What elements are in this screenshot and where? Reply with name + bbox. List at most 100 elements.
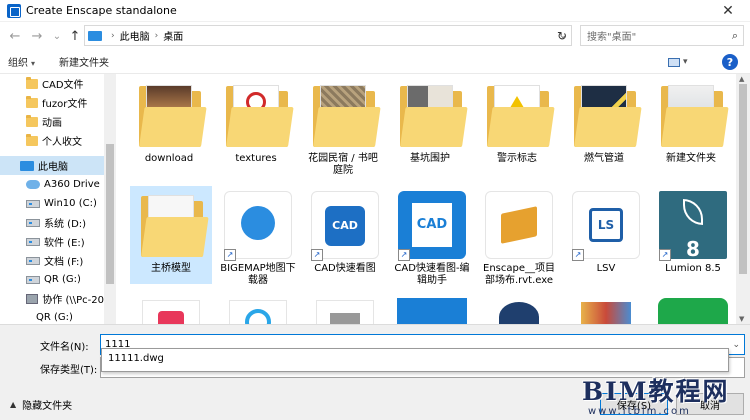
caret-down-icon: ▾ — [683, 57, 688, 67]
refresh-icon[interactable]: ↻ — [552, 25, 572, 46]
back-arrow-icon[interactable]: ← — [4, 25, 26, 47]
file-item-warning-signs[interactable]: 警示标志 — [476, 76, 558, 165]
sidebar-item-drive-f[interactable]: 文档 (F:) — [0, 251, 104, 270]
scroll-up-icon[interactable]: ▲ — [739, 75, 744, 83]
sidebar-item-drive-e[interactable]: 软件 (E:) — [0, 232, 104, 251]
sidebar-item-cad-files[interactable]: CAD文件 — [0, 74, 104, 93]
file-item-partial[interactable] — [391, 296, 473, 324]
file-item-partial[interactable] — [304, 296, 386, 324]
file-item-garden-courtyard[interactable]: 花园民宿 / 书吧庭院 — [302, 76, 384, 177]
sidebar-item-label: QR (G:) — [36, 312, 73, 323]
file-item-cad-edit-helper[interactable]: CAD ↗ CAD快速看图-编辑助手 — [391, 186, 473, 287]
file-item-enscape-exe[interactable]: Enscape__项目部场布.rvt.exe — [478, 186, 560, 287]
close-button[interactable]: ✕ — [706, 0, 750, 22]
sidebar-scroll-thumb[interactable] — [106, 144, 114, 284]
search-placeholder: 搜索"桌面" — [587, 32, 637, 43]
file-label: 燃气管道 — [584, 153, 624, 164]
folder-thumbnail — [220, 79, 294, 151]
chevron-down-icon[interactable]: ⌄ — [732, 340, 740, 350]
breadcrumb-this-pc[interactable]: 此电脑 — [120, 28, 150, 43]
forward-arrow-icon[interactable]: → — [26, 25, 48, 47]
file-list: download textures 花园民宿 / 书吧庭院 基坑围护 警示标志 … — [116, 74, 736, 324]
shortcut-arrow-icon: ↗ — [224, 249, 236, 261]
drive-icon — [26, 275, 40, 284]
cloud-drive-icon — [26, 180, 40, 189]
new-folder-button[interactable]: 新建文件夹 — [51, 54, 117, 69]
computer-icon — [88, 30, 102, 41]
sidebar-item-label: QR (G:) — [44, 274, 81, 285]
command-bar: 组织 ▾ 新建文件夹 ▾ ? — [0, 50, 750, 74]
file-item-cad-viewer[interactable]: CAD ↗ CAD快速看图 — [304, 186, 386, 275]
file-item-bigemap[interactable]: ↗ BIGEMAP地图下载器 — [217, 186, 299, 287]
sidebar-item-drive-g-2[interactable]: QR (G:) — [0, 308, 104, 324]
folder-thumbnail — [568, 79, 642, 151]
drive-icon — [26, 256, 40, 265]
enscape-exe-icon — [485, 191, 553, 259]
caret-up-icon: ▲ — [10, 400, 17, 409]
file-item-partial[interactable] — [478, 296, 560, 324]
network-drive-icon — [26, 293, 39, 304]
organize-menu[interactable]: 组织 ▾ — [0, 54, 43, 69]
file-item-partial[interactable] — [217, 296, 299, 324]
file-label: 警示标志 — [497, 153, 537, 164]
drive-icon — [26, 199, 40, 208]
file-label: 主桥模型 — [151, 263, 191, 274]
hide-folders-toggle[interactable]: ▲ 隐藏文件夹 — [10, 397, 72, 412]
view-icon — [668, 57, 680, 67]
file-list-scrollbar[interactable]: ▲ ▼ — [736, 74, 750, 324]
app-thumbnail — [483, 189, 555, 261]
caret-down-icon: ▾ — [31, 59, 36, 68]
sidebar-item-animation[interactable]: 动画 — [0, 112, 104, 131]
address-bar[interactable]: › 此电脑 › 桌面 ⌄ — [84, 25, 572, 46]
sidebar-item-personal[interactable]: 个人收文 — [0, 131, 104, 150]
file-list-scroll-thumb[interactable] — [739, 84, 747, 274]
scroll-down-icon[interactable]: ▼ — [739, 315, 744, 323]
folder-icon — [26, 133, 38, 146]
folder-thumbnail — [133, 79, 207, 151]
folder-thumbnail — [481, 79, 555, 151]
file-label: 花园民宿 / 书吧庭院 — [308, 153, 378, 176]
breadcrumb-desktop[interactable]: 桌面 — [163, 28, 183, 43]
sidebar-item-drive-g[interactable]: QR (G:) — [0, 270, 104, 289]
file-label: 新建文件夹 — [666, 153, 716, 164]
folder-thumbnail — [307, 79, 381, 151]
folder-icon — [26, 95, 38, 108]
change-view-button[interactable]: ▾ — [668, 54, 696, 70]
file-item-gas-pipe[interactable]: 燃气管道 — [563, 76, 645, 165]
file-label: BIGEMAP地图下载器 — [220, 263, 296, 286]
sidebar-item-label: 协作 (\\Pc-20 — [42, 295, 104, 306]
search-input[interactable]: 搜索"桌面" ⌕ — [580, 25, 744, 46]
file-item-download[interactable]: download — [128, 76, 210, 165]
sidebar-item-network-share[interactable]: 协作 (\\Pc-20 — [0, 289, 104, 308]
sidebar-item-label: CAD文件 — [42, 80, 84, 91]
up-arrow-icon[interactable]: ↑ — [64, 25, 86, 47]
shortcut-arrow-icon: ↗ — [572, 249, 584, 261]
file-item-lumion[interactable]: 8 ↗ Lumion 8.5 — [652, 186, 734, 275]
file-item-new-folder[interactable]: 新建文件夹 — [650, 76, 732, 165]
autocomplete-item[interactable]: 11111.dwg — [108, 353, 164, 364]
sidebar-item-label: 软件 (E:) — [44, 238, 85, 249]
sidebar-item-fuzor[interactable]: fuzor文件 — [0, 93, 104, 112]
file-item-partial[interactable] — [565, 296, 647, 324]
hide-folders-label: 隐藏文件夹 — [22, 401, 73, 412]
file-item-foundation-pit[interactable]: 基坑围护 — [389, 76, 471, 165]
sidebar-item-drive-c[interactable]: Win10 (C:) — [0, 194, 104, 213]
chevron-right-icon: › — [154, 30, 159, 41]
sidebar-item-drive-d[interactable]: 系统 (D:) — [0, 213, 104, 232]
file-item-textures[interactable]: textures — [215, 76, 297, 165]
sidebar-item-a360[interactable]: A360 Drive — [0, 175, 104, 194]
sidebar-scrollbar[interactable] — [104, 74, 116, 324]
file-item-partial[interactable] — [130, 296, 212, 324]
enscape-app-icon — [7, 3, 21, 18]
app-thumbnail: CAD ↗ — [396, 189, 468, 261]
search-icon: ⌕ — [731, 28, 738, 42]
app-thumbnail: 8 ↗ — [657, 189, 729, 261]
file-item-main-bridge-model[interactable]: 主桥模型 — [130, 186, 212, 284]
chevron-right-icon: › — [111, 30, 115, 41]
file-item-lsv[interactable]: LS ↗ LSV — [565, 186, 647, 275]
file-item-partial[interactable] — [652, 296, 734, 324]
sidebar-item-this-pc[interactable]: 此电脑 — [0, 156, 104, 175]
filename-autocomplete[interactable]: 11111.dwg — [101, 348, 729, 372]
help-icon[interactable]: ? — [722, 54, 738, 70]
title-bar: Create Enscape standalone ✕ — [0, 0, 750, 22]
